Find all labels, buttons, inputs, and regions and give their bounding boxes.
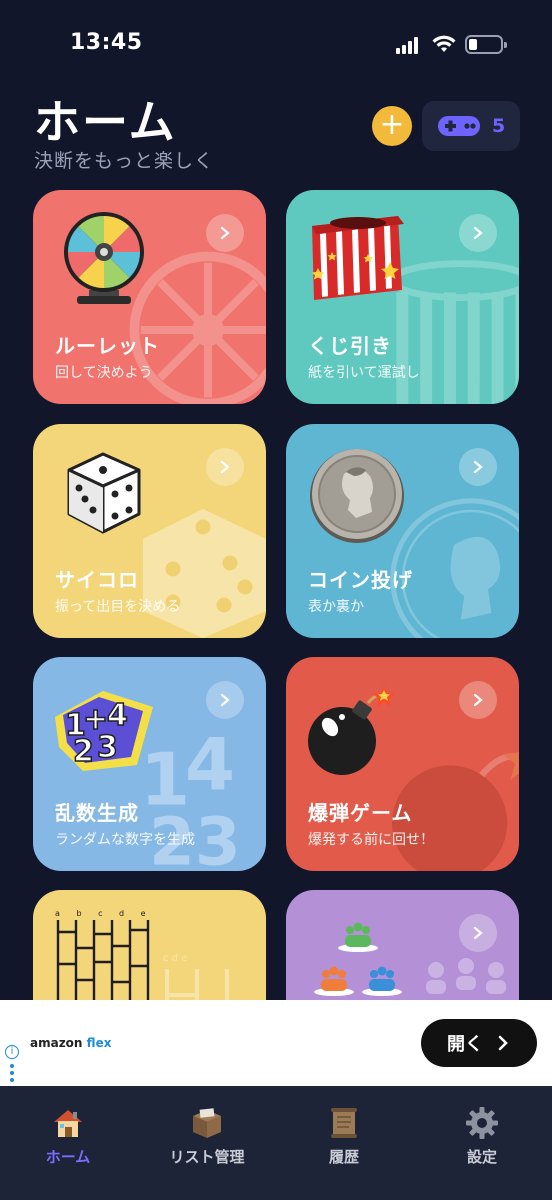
ad-options-icon[interactable] <box>10 1064 14 1085</box>
tab-settings[interactable]: 設定 <box>422 1106 542 1167</box>
chevron-right-icon[interactable] <box>459 214 497 252</box>
ad-open-button[interactable]: 開く <box>421 1019 537 1067</box>
dice-bg-art <box>143 509 266 638</box>
ad-info-icon[interactable]: i <box>5 1045 19 1059</box>
team-bg-art <box>426 958 506 994</box>
card-roulette[interactable]: ルーレット 回して決めよう <box>33 190 266 404</box>
house-icon <box>54 1110 82 1137</box>
ad-logo: amazon flex <box>30 1036 111 1050</box>
chevron-right-icon[interactable] <box>459 681 497 719</box>
card-dice[interactable]: サイコロ 振って出目を決める <box>33 424 266 638</box>
card-title: コイン投げ <box>308 568 413 592</box>
numbers-icon: 1 + 4 2 3 <box>55 691 153 771</box>
chevron-right-icon[interactable] <box>459 448 497 486</box>
tab-label: ホーム <box>45 1148 91 1166</box>
svg-text:4: 4 <box>185 723 235 807</box>
chevron-right-icon[interactable] <box>206 681 244 719</box>
ad-brand-suffix: flex <box>86 1036 112 1050</box>
chevron-right-icon[interactable] <box>206 214 244 252</box>
box-icon <box>193 1108 221 1138</box>
chevron-right-icon <box>498 1035 508 1051</box>
card-description: 爆発する前に回せ！ <box>308 832 434 848</box>
ad-banner[interactable]: i amazon flex 開く <box>0 1000 552 1086</box>
tab-label: リスト管理 <box>169 1148 245 1166</box>
game-grid: ルーレット 回して決めよう くじ引き 紙を引いて運試し サイコロ 振って出目を決… <box>0 0 552 1000</box>
tab-label: 履歴 <box>328 1148 359 1166</box>
card-title: 爆弾ゲーム <box>308 801 413 825</box>
ladder-icon: a b c d e f <box>55 909 155 1000</box>
card-title: くじ引き <box>308 334 392 358</box>
card-description: 振って出目を決める <box>55 599 181 615</box>
tab-bar: ホーム リスト管理 履歴 設定 <box>0 1086 552 1200</box>
scroll-icon <box>331 1108 357 1138</box>
tab-home[interactable]: ホーム <box>8 1106 128 1167</box>
card-lottery[interactable]: くじ引き 紙を引いて運試し <box>286 190 519 404</box>
bomb-icon <box>308 685 395 775</box>
ladder-letters: a b c d e f <box>55 909 155 918</box>
card-title: ルーレット <box>55 334 160 358</box>
svg-text:4: 4 <box>107 698 128 733</box>
ladder-bg-letters: c d e <box>163 953 187 964</box>
svg-text:3: 3 <box>97 730 118 765</box>
card-random-number[interactable]: 1 4 23 1 + 4 2 3 乱数生成 ランダムな数字を生成 <box>33 657 266 871</box>
card-description: 回して決めよう <box>55 365 153 381</box>
gear-icon <box>466 1107 498 1139</box>
tab-history[interactable]: 履歴 <box>284 1106 404 1167</box>
card-ladder-lottery[interactable]: c d e a b c d e f <box>33 890 266 1000</box>
ad-open-label: 開く <box>447 1034 483 1055</box>
tab-list-management[interactable]: リスト管理 <box>147 1106 267 1167</box>
card-team-split[interactable] <box>286 890 519 1000</box>
coin-icon <box>310 449 404 543</box>
lottery-box-icon <box>312 216 404 300</box>
card-description: ランダムな数字を生成 <box>55 832 195 848</box>
card-description: 表か裏か <box>308 599 364 615</box>
card-description: 紙を引いて運試し <box>308 365 420 381</box>
dice-icon <box>67 452 141 534</box>
ladder-bg-art: c d e <box>163 953 229 1000</box>
svg-text:2: 2 <box>73 734 94 769</box>
teams-icon <box>314 922 402 996</box>
roulette-wheel-icon <box>64 212 144 304</box>
chevron-right-icon[interactable] <box>206 448 244 486</box>
card-title: サイコロ <box>55 568 139 592</box>
chevron-right-icon[interactable] <box>459 914 497 952</box>
tab-label: 設定 <box>466 1148 497 1166</box>
card-bomb-game[interactable]: 爆弾ゲーム 爆発する前に回せ！ <box>286 657 519 871</box>
card-title: 乱数生成 <box>55 801 139 825</box>
ad-brand: amazon <box>30 1036 83 1050</box>
card-coin-toss[interactable]: コイン投げ 表か裏か <box>286 424 519 638</box>
